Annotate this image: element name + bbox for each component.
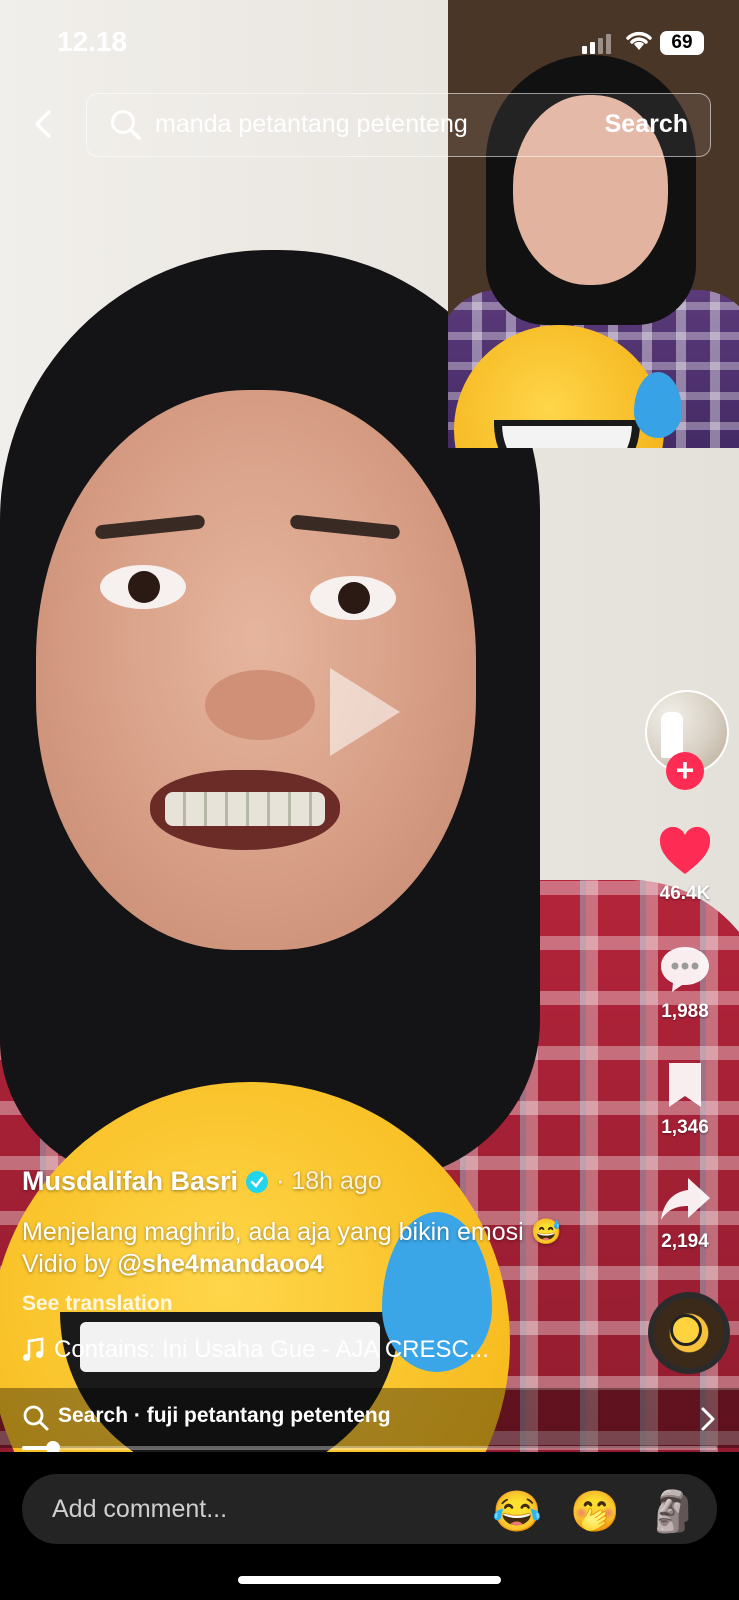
save-button[interactable]: 1,346: [635, 1060, 735, 1139]
search-bar[interactable]: manda petantang petenteng Search: [86, 93, 711, 157]
post-caption: Menjelang maghrib, ada aja yang bikin em…: [22, 1216, 562, 1280]
share-button[interactable]: 2,194: [635, 1174, 735, 1253]
add-comment-field[interactable]: Add comment... 😂 🤭 🗿: [22, 1474, 717, 1544]
share-arrow-icon: [661, 1178, 710, 1220]
author-row[interactable]: Musdalifah Basri · 18h ago: [22, 1166, 382, 1197]
chevron-right-icon: [701, 1407, 715, 1431]
related-search-label[interactable]: Search · fuji petantang petenteng: [58, 1404, 391, 1428]
like-button[interactable]: 46.4K: [635, 826, 735, 905]
sound-title[interactable]: Contains: Ini Usaha Gue - AJA CRESC...: [54, 1336, 489, 1364]
emoji-moai-button[interactable]: 🗿: [648, 1488, 698, 1535]
bookmark-icon: [669, 1063, 701, 1107]
cellular-signal-icon: [582, 34, 611, 54]
follow-plus-button[interactable]: +: [666, 752, 704, 790]
video-screen[interactable]: 12.18 69 manda petantang petenteng Searc…: [0, 0, 739, 1600]
related-search-bar[interactable]: Search · fuji petantang petenteng: [0, 1388, 739, 1448]
status-time: 12.18: [57, 26, 128, 57]
comment-button[interactable]: 1,988: [635, 944, 735, 1023]
duet-video[interactable]: [448, 0, 739, 448]
music-note-icon: [23, 1337, 44, 1361]
comment-count: 1,988: [661, 1001, 709, 1022]
share-count: 2,194: [661, 1231, 709, 1252]
author-name[interactable]: Musdalifah Basri: [22, 1166, 238, 1197]
bottom-comment-area: Add comment... 😂 🤭 🗿: [0, 1452, 739, 1600]
battery-indicator: 69: [660, 31, 704, 55]
post-age: · 18h ago: [276, 1167, 382, 1195]
sound-disc-icon[interactable]: [648, 1292, 730, 1374]
video-nose: [205, 670, 315, 740]
see-translation-link[interactable]: See translation: [22, 1292, 173, 1316]
emoji-hand-over-mouth-button[interactable]: 🤭: [570, 1488, 620, 1535]
search-query-text[interactable]: manda petantang petenteng: [155, 110, 605, 139]
home-indicator[interactable]: [238, 1576, 501, 1584]
verified-badge-icon: [246, 1170, 269, 1193]
wifi-icon: [626, 31, 652, 50]
back-arrow-icon[interactable]: [24, 104, 64, 144]
like-count: 46.4K: [659, 883, 711, 904]
comment-placeholder[interactable]: Add comment...: [52, 1495, 227, 1524]
play-icon[interactable]: [330, 668, 400, 756]
video-progress-bar[interactable]: [22, 1441, 717, 1455]
video-teeth: [165, 792, 325, 826]
comment-bubble-icon: [661, 947, 709, 992]
search-icon: [23, 1405, 49, 1431]
video-eye: [310, 576, 396, 620]
search-button[interactable]: Search: [605, 110, 688, 139]
search-icon: [111, 110, 141, 140]
heart-icon: [659, 826, 711, 874]
caption-mention-link[interactable]: @she4mandaoo4: [117, 1250, 323, 1278]
emoji-tears-of-joy-button[interactable]: 😂: [492, 1488, 542, 1535]
sound-info[interactable]: Contains: Ini Usaha Gue - AJA CRESC...: [22, 1336, 542, 1364]
save-count: 1,346: [661, 1117, 709, 1138]
video-eye: [100, 565, 186, 609]
